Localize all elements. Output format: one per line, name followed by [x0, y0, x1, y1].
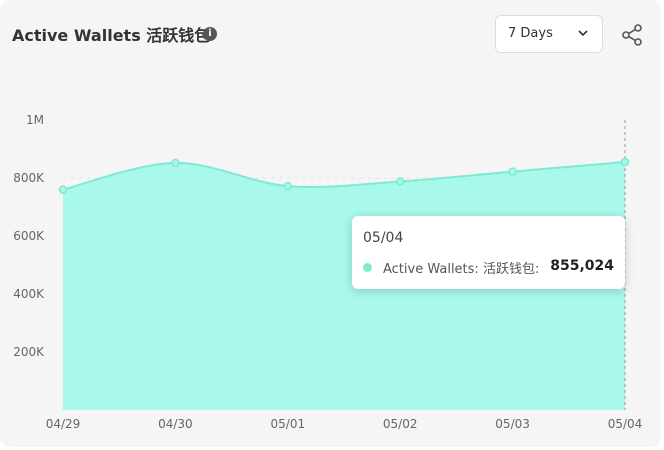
data-point: [58, 185, 68, 194]
x-tick-label: 05/01: [271, 417, 306, 431]
tooltip-date: 05/04: [363, 230, 404, 246]
x-tick-label: 05/02: [383, 417, 418, 431]
y-tick-label: 600K: [13, 229, 45, 243]
y-tick-label: 1M: [26, 113, 44, 127]
data-point: [283, 181, 293, 191]
data-point: [620, 157, 630, 167]
tooltip-series-label: Active Wallets: 活跃钱包:: [383, 262, 540, 277]
data-point: [171, 158, 180, 168]
data-point: [395, 177, 405, 186]
chart-card: Active Wallets 活跃钱包 i 7 Days 200K 400K 600…: [0, 0, 661, 447]
tooltip-series-dot: [363, 263, 372, 272]
chart-tooltip: 05/04 Active Wallets: 活跃钱包: 855,024: [352, 216, 625, 289]
x-tick-label: 04/30: [158, 417, 193, 431]
x-tick-label: 04/29: [46, 417, 81, 431]
y-tick-label: 200K: [13, 345, 45, 359]
x-tick-label: 05/03: [495, 417, 530, 431]
data-point: [508, 167, 517, 176]
y-tick-label: 800K: [13, 171, 45, 185]
y-tick-label: 400K: [13, 287, 45, 301]
tooltip-value: 855,024: [550, 258, 614, 274]
x-tick-label: 05/04: [608, 417, 643, 431]
